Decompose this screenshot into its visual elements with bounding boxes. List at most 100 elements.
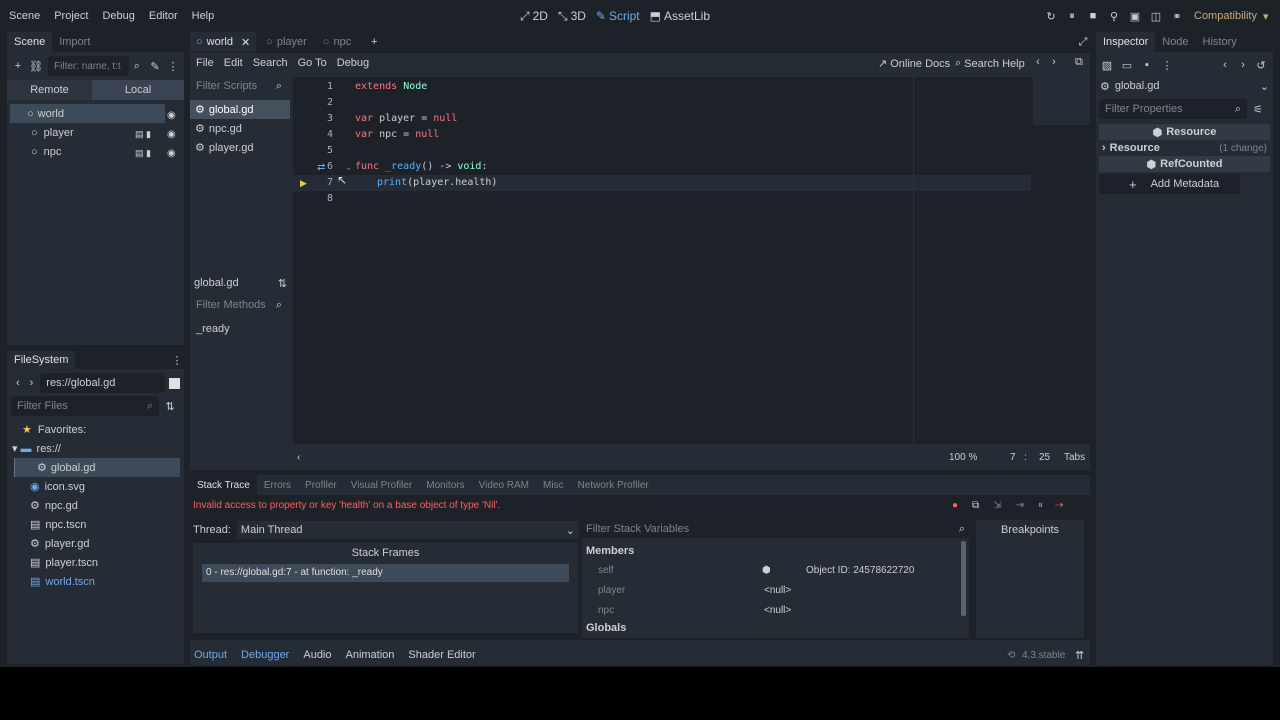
fold-arrow-icon[interactable]: ⌄: [345, 162, 353, 173]
local-button[interactable]: Local: [92, 80, 184, 100]
tree-node-world[interactable]: ○ world: [10, 104, 165, 123]
tab-video-ram[interactable]: Video RAM: [472, 475, 536, 495]
tab-scene[interactable]: Scene: [7, 32, 53, 52]
filter-methods-input[interactable]: Filter Methods ⌕: [190, 296, 288, 314]
chevron-left-icon[interactable]: ‹: [1036, 56, 1040, 68]
search-help-button[interactable]: ⌕ Search Help: [955, 57, 1025, 70]
add-metadata-button[interactable]: + Add Metadata: [1099, 174, 1240, 194]
filter-scripts-input[interactable]: Filter Scripts ⌕: [190, 77, 288, 95]
var-row-npc[interactable]: npc <null>: [582, 600, 969, 620]
menu-debug[interactable]: Debug: [102, 10, 134, 22]
remote-button[interactable]: Remote: [7, 80, 92, 100]
bottom-tab-animation[interactable]: Animation: [346, 649, 395, 661]
scene-tab-npc[interactable]: ○ npc: [317, 32, 357, 52]
script-menu-file[interactable]: File: [196, 57, 214, 69]
tab-import[interactable]: Import: [52, 32, 97, 52]
workspace-script[interactable]: ✎ Script: [596, 9, 640, 23]
method-ready[interactable]: _ready: [190, 319, 290, 338]
menu-editor[interactable]: Editor: [149, 10, 178, 22]
eye-icon[interactable]: ◉: [167, 144, 181, 163]
scene-filter-input[interactable]: Filter: name, t:t: [48, 56, 129, 76]
res-root-item[interactable]: ▾ ▬ res://: [7, 439, 184, 458]
tree-node-player[interactable]: ○ player: [7, 123, 184, 142]
break-icon[interactable]: ⏸: [1038, 500, 1043, 511]
tab-stack-trace[interactable]: Stack Trace: [190, 475, 257, 495]
file-player-gd[interactable]: ⚙ player.gd: [7, 534, 184, 553]
toggle-scripts-panel-icon[interactable]: ‹: [297, 452, 300, 463]
chevron-right-icon[interactable]: ›: [1236, 58, 1250, 72]
renderer-selector[interactable]: Compatibility: [1194, 10, 1257, 22]
script-item-global[interactable]: ⚙ global.gd: [190, 100, 290, 119]
script-item-npc[interactable]: ⚙ npc.gd: [190, 119, 290, 138]
bottom-tab-audio[interactable]: Audio: [303, 649, 331, 661]
file-npc-tscn[interactable]: ▤ npc.tscn: [7, 515, 184, 534]
script-item-player[interactable]: ⚙ player.gd: [190, 138, 290, 157]
sort-icon[interactable]: ⇅: [278, 277, 287, 290]
filter-vars-input[interactable]: Filter Stack Variables ⌕: [582, 520, 969, 538]
menu-help[interactable]: Help: [192, 10, 215, 22]
more-icon[interactable]: ⋮: [1160, 58, 1174, 72]
workspace-3d[interactable]: ⤡ 3D: [558, 9, 586, 24]
more-icon[interactable]: ⋮: [167, 59, 179, 73]
tab-monitors[interactable]: Monitors: [419, 475, 471, 495]
connection-icon[interactable]: ⇄: [317, 162, 325, 173]
file-world-tscn[interactable]: ▤ world.tscn: [7, 572, 184, 591]
file-global-gd[interactable]: ⚙ global.gd: [14, 458, 180, 477]
bottom-tab-shader-editor[interactable]: Shader Editor: [408, 649, 475, 661]
back-icon[interactable]: ‹: [11, 376, 25, 390]
resource-selector[interactable]: ⚙ global.gd ⌄: [1096, 76, 1273, 96]
script-badge-icon[interactable]: ▮: [146, 148, 151, 158]
add-node-icon[interactable]: +: [12, 59, 24, 73]
tree-node-npc[interactable]: ○ npc: [7, 142, 184, 161]
tab-history[interactable]: History: [1196, 32, 1244, 52]
file-filter-input[interactable]: Filter Files ⌕: [11, 396, 159, 416]
bottom-tab-output[interactable]: Output: [194, 649, 227, 661]
tab-visual-profiler[interactable]: Visual Profiler: [344, 475, 420, 495]
forward-icon[interactable]: ›: [25, 376, 39, 390]
var-row-self[interactable]: self ⬢ Object ID: 24578622720: [582, 560, 969, 580]
menu-project[interactable]: Project: [54, 10, 88, 22]
script-menu-edit[interactable]: Edit: [224, 57, 243, 69]
chevron-right-icon[interactable]: ›: [1052, 56, 1056, 68]
pin-panel-icon[interactable]: ⇈: [1075, 649, 1084, 662]
file-player-tscn[interactable]: ▤ player.tscn: [7, 553, 184, 572]
script-menu-search[interactable]: Search: [253, 57, 288, 69]
sort-icon[interactable]: ⇅: [163, 399, 177, 413]
script-attach-icon[interactable]: ✎: [149, 59, 161, 73]
menu-scene[interactable]: Scene: [9, 10, 40, 22]
thread-select[interactable]: Main Thread ⌄: [236, 521, 579, 539]
bottom-tab-debugger[interactable]: Debugger: [241, 649, 289, 661]
minimap[interactable]: [1033, 77, 1090, 125]
close-icon[interactable]: ✕: [241, 36, 250, 49]
new-resource-icon[interactable]: ▧: [1100, 58, 1114, 72]
tab-network-profiler[interactable]: Network Profiler: [571, 475, 656, 495]
copy-icon[interactable]: ⧉: [972, 500, 979, 511]
step-into-icon[interactable]: ⇲: [993, 500, 1001, 511]
group-resource[interactable]: › Resource (1 change): [1096, 140, 1273, 156]
file-npc-gd[interactable]: ⚙ npc.gd: [7, 496, 184, 515]
history-icon[interactable]: ↺: [1254, 58, 1268, 72]
pause-icon[interactable]: ⏸: [1065, 9, 1079, 23]
add-scene-icon[interactable]: +: [367, 35, 381, 49]
step-over-icon[interactable]: ⇥: [1016, 500, 1024, 511]
open-resource-icon[interactable]: ▭: [1120, 58, 1134, 72]
eye-icon[interactable]: ◉: [167, 106, 181, 125]
favorites-item[interactable]: ★ Favorites:: [7, 420, 184, 439]
settings-icon[interactable]: ⚟: [1251, 102, 1265, 116]
tab-node[interactable]: Node: [1155, 32, 1195, 52]
more-icon[interactable]: ⋮: [170, 353, 184, 367]
link-icon[interactable]: ⛓: [29, 59, 43, 73]
eye-icon[interactable]: ◉: [167, 125, 181, 144]
tab-profiler[interactable]: Profiler: [298, 475, 344, 495]
workspace-assetlib[interactable]: ⬒ AssetLib: [650, 9, 710, 23]
save-icon[interactable]: ▪: [1140, 58, 1154, 72]
tab-misc[interactable]: Misc: [536, 475, 571, 495]
play-custom-icon[interactable]: ◫: [1149, 9, 1163, 23]
remote-debug-icon[interactable]: ⚲: [1107, 9, 1121, 23]
script-badge-icon[interactable]: ▮: [146, 129, 151, 139]
code-area[interactable]: 1 2 3 4 5 6 7 8 ⇄ ⌄ ▶ ↖ extends Node var…: [293, 77, 1090, 444]
record-icon[interactable]: ●: [952, 500, 958, 511]
stack-frame-0[interactable]: 0 - res://global.gd:7 - at function: _re…: [202, 564, 569, 582]
play-scene-icon[interactable]: ▣: [1128, 9, 1142, 23]
split-view-icon[interactable]: [169, 377, 180, 389]
